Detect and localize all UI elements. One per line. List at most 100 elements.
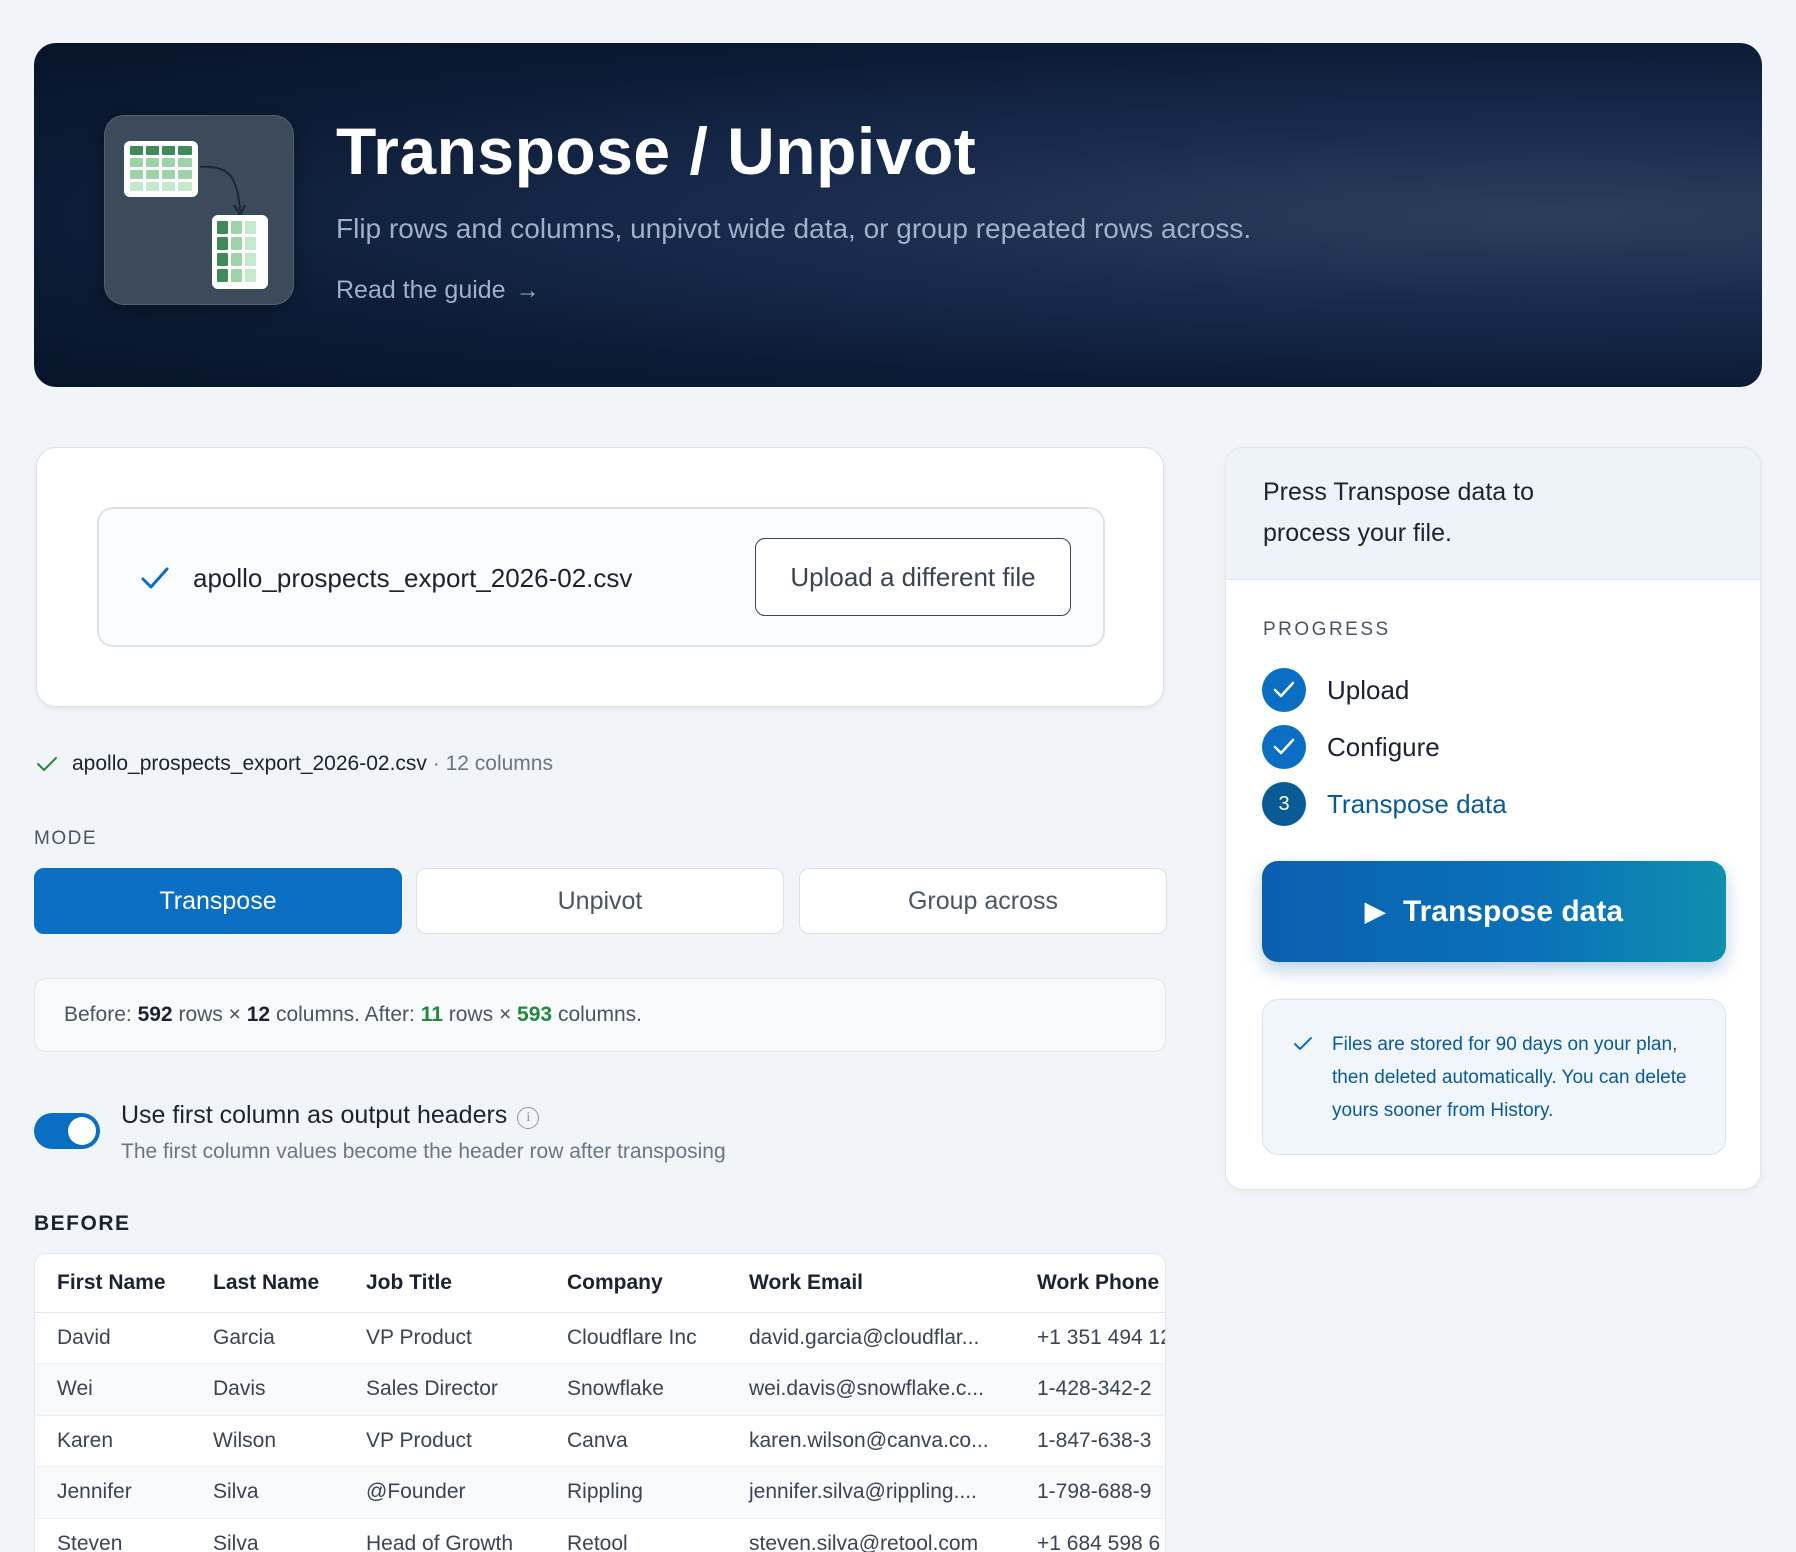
mode-label: MODE (34, 828, 97, 849)
table-cell: Steven (35, 1518, 191, 1552)
table-cell: Wilson (191, 1415, 344, 1467)
table-cell: 1-428-342-2 (1015, 1363, 1165, 1416)
read-guide-label: Read the guide (336, 276, 506, 304)
table-cell: Head of Growth (344, 1518, 545, 1552)
table-cell: 1-847-638-3 (1015, 1415, 1165, 1467)
progress-label: PROGRESS (1263, 619, 1391, 640)
table-cell: VP Product (344, 1312, 545, 1364)
table-row: Steven Silva Head of Growth Retool steve… (35, 1518, 1165, 1552)
check-icon (1262, 668, 1306, 712)
table-cell: @Founder (344, 1466, 545, 1519)
play-icon: ▶ (1364, 895, 1385, 926)
progress-step-upload: Upload (1262, 668, 1712, 712)
file-info-meta: · 12 columns (432, 752, 553, 775)
column-header: Work Email (727, 1254, 1015, 1313)
before-label: Before: (64, 1003, 132, 1026)
rows-word: rows (448, 1003, 494, 1026)
table-cell: wei.davis@snowflake.c... (727, 1363, 1015, 1416)
info-icon[interactable]: i (517, 1107, 540, 1129)
table-row: Wei Davis Sales Director Snowflake wei.d… (35, 1363, 1165, 1416)
column-header: Last Name (191, 1254, 344, 1313)
table-cell: Sales Director (344, 1363, 545, 1416)
after-label: After: (364, 1003, 415, 1026)
first-column-headers-toggle[interactable] (34, 1113, 100, 1149)
table-cell: VP Product (344, 1415, 545, 1467)
column-header: Work Phone (1015, 1254, 1165, 1313)
table-cell: david.garcia@cloudflar... (727, 1312, 1015, 1364)
check-icon (1262, 725, 1306, 769)
page-subtitle: Flip rows and columns, unpivot wide data… (336, 213, 1252, 244)
after-columns: 593 (517, 1003, 553, 1026)
arrow-right-icon: → (515, 277, 540, 304)
column-header: Job Title (344, 1254, 545, 1313)
step-label: Transpose data (1327, 789, 1507, 819)
before-table-label: BEFORE (34, 1212, 131, 1235)
table-cell: Snowflake (545, 1363, 727, 1416)
table-row: Jennifer Silva @Founder Rippling jennife… (35, 1466, 1165, 1519)
column-header: First Name (35, 1254, 191, 1313)
columns-word: columns. (275, 1003, 360, 1026)
mode-transpose-button[interactable]: Transpose (34, 868, 402, 934)
check-icon (37, 757, 57, 772)
table-cell: Karen (35, 1415, 191, 1467)
column-header: Company (545, 1254, 727, 1313)
table-cell: Davis (191, 1363, 344, 1416)
table-cell: jennifer.silva@rippling.... (727, 1466, 1015, 1519)
table-cell: Cloudflare Inc (545, 1312, 727, 1364)
table-cell: Rippling (545, 1466, 727, 1519)
times-sign: × (498, 1003, 512, 1026)
upload-card: apollo_prospects_export_2026-02.csv Uplo… (36, 447, 1164, 707)
table-cell: Canva (545, 1415, 727, 1467)
table-cell: Garcia (191, 1312, 344, 1364)
mode-unpivot-button[interactable]: Unpivot (416, 868, 784, 934)
transpose-data-button[interactable]: ▶ Transpose data (1262, 861, 1726, 962)
toggle-label: Use first column as output headers i (121, 1101, 540, 1130)
read-guide-link[interactable]: Read the guide → (336, 276, 540, 305)
uploaded-file-box: apollo_prospects_export_2026-02.csv Uplo… (97, 507, 1105, 647)
action-panel: Press Transpose data to process your fil… (1225, 447, 1761, 1190)
table-cell: Jennifer (35, 1466, 191, 1519)
toggle-label-text: Use first column as output headers (121, 1101, 508, 1129)
step-number: 3 (1262, 782, 1306, 826)
times-sign: × (228, 1003, 241, 1026)
file-info-name: apollo_prospects_export_2026-02.csv (72, 752, 427, 775)
hero-banner: Transpose / Unpivot Flip rows and column… (34, 43, 1762, 387)
before-rows: 592 (137, 1003, 173, 1026)
table-cell: karen.wilson@canva.co... (727, 1415, 1015, 1467)
uploaded-filename: apollo_prospects_export_2026-02.csv (193, 563, 633, 593)
before-columns: 12 (246, 1003, 271, 1026)
step-label: Upload (1327, 675, 1410, 705)
table-cell: David (35, 1312, 191, 1364)
table-cell: Silva (191, 1518, 344, 1552)
columns-word: columns. (557, 1003, 642, 1026)
table-header-row: First Name Last Name Job Title Company W… (35, 1254, 1165, 1313)
retention-notice: Files are stored for 90 days on your pla… (1262, 999, 1726, 1155)
shape-summary: Before: 592 rows × 12 columns. After: 11… (34, 978, 1166, 1052)
progress-step-configure: Configure (1262, 725, 1712, 769)
table-cell: Retool (545, 1518, 727, 1552)
check-icon (141, 567, 169, 589)
file-info: apollo_prospects_export_2026-02.csv · 12… (36, 752, 553, 776)
retention-notice-text: Files are stored for 90 days on your pla… (1332, 1034, 1687, 1121)
transpose-table-icon (104, 115, 294, 305)
table-cell: Wei (35, 1363, 191, 1416)
table-cell: steven.silva@retool.com (727, 1518, 1015, 1552)
action-panel-header: Press Transpose data to process your fil… (1226, 448, 1760, 580)
table-row: David Garcia VP Product Cloudflare Inc d… (35, 1312, 1165, 1364)
table-cell: Silva (191, 1466, 344, 1519)
transpose-data-button-label: Transpose data (1402, 894, 1624, 928)
page-title: Transpose / Unpivot (336, 114, 977, 188)
check-icon (1294, 1037, 1312, 1050)
table-row: Karen Wilson VP Product Canva karen.wils… (35, 1415, 1165, 1467)
progress-step-transpose: 3 Transpose data (1262, 782, 1712, 826)
before-table: First Name Last Name Job Title Company W… (34, 1253, 1166, 1552)
action-prompt: Press Transpose data to process your fil… (1263, 478, 1534, 547)
table-cell: +1 684 598 6 (1015, 1518, 1165, 1552)
toggle-knob (68, 1117, 96, 1145)
mode-group-across-button[interactable]: Group across (799, 868, 1167, 934)
after-rows: 11 (420, 1003, 443, 1026)
table-cell: +1 351 494 12 (1015, 1312, 1165, 1364)
toggle-description: The first column values become the heade… (121, 1140, 726, 1163)
table-cell: 1-798-688-9 (1015, 1466, 1165, 1519)
upload-different-file-button[interactable]: Upload a different file (755, 538, 1071, 616)
